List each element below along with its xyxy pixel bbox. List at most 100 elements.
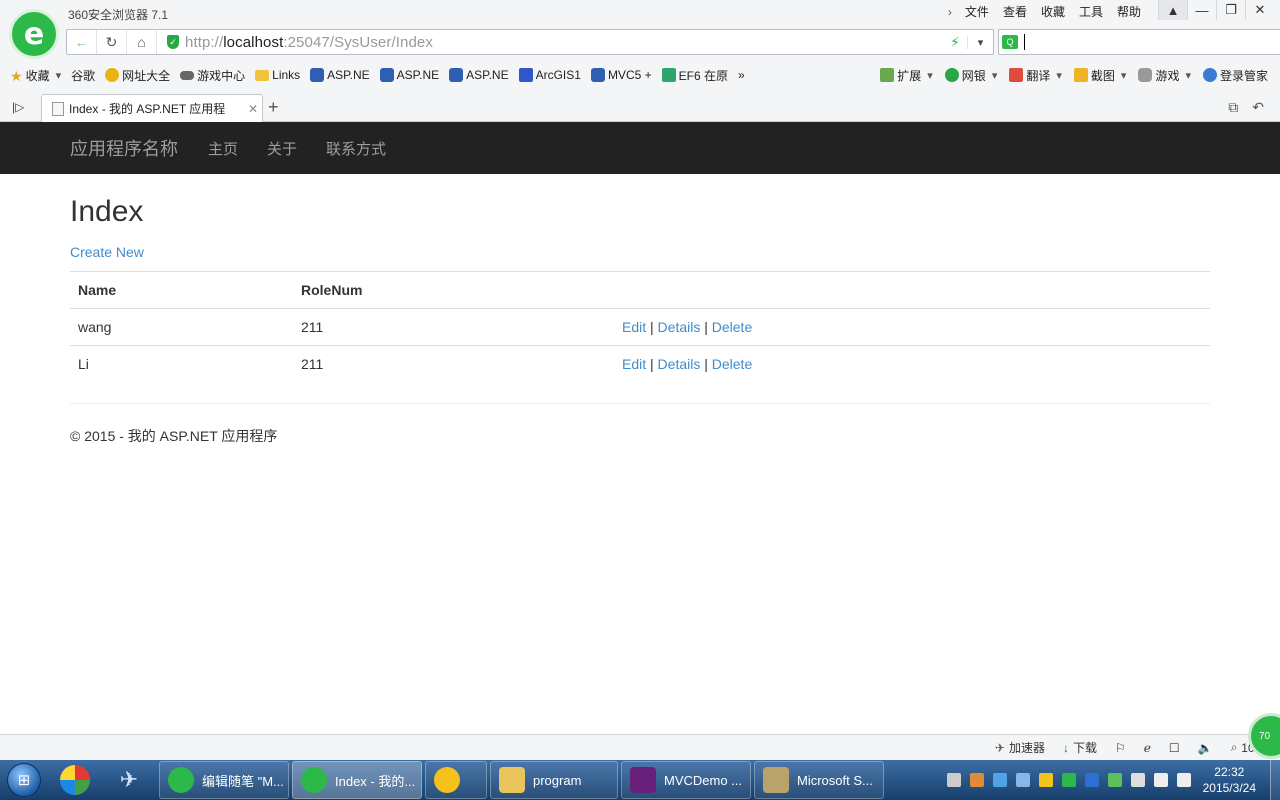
pinned-app-icon[interactable] [48, 760, 102, 800]
flag-icon[interactable]: ⚐ [1115, 741, 1126, 755]
minimize-button[interactable]: — [1187, 0, 1216, 20]
menu-expand-icon[interactable]: › [942, 4, 958, 20]
bookmark-arcgis[interactable]: ArcGIS1 [518, 68, 581, 82]
bookmark-label: ASP.NE [327, 68, 370, 82]
aspnet-icon [310, 68, 325, 82]
speed-mode-icon[interactable]: ⚡ [943, 34, 967, 51]
cloud-icon[interactable] [1015, 773, 1030, 787]
user-icon[interactable] [969, 773, 984, 787]
bookmark-mvc5[interactable]: MVC5 + [590, 68, 652, 82]
bookmark-label: ArcGIS1 [535, 68, 581, 82]
separator: | [650, 356, 654, 373]
chevron-down-icon: ▾ [1056, 69, 1062, 82]
undo-close-tab-icon[interactable]: ↶ [1252, 99, 1264, 116]
menu-tools[interactable]: 工具 [1072, 4, 1110, 20]
signal-icon[interactable] [1153, 773, 1168, 787]
chevron-down-icon: ▾ [1120, 69, 1127, 82]
tool-translate[interactable]: 翻译 ▾ [1009, 67, 1062, 84]
search-engine-icon[interactable]: Q [1002, 35, 1018, 49]
page-title: Index [70, 195, 144, 228]
game-icon [1138, 68, 1153, 82]
tool-extensions[interactable]: 扩展 ▾ [880, 67, 933, 84]
accelerator-button[interactable]: ✈ 加速器 [995, 739, 1045, 756]
speaker-icon[interactable] [1176, 773, 1191, 787]
ie-mode-icon[interactable]: ℯ [1144, 741, 1151, 755]
bookmark-favorites[interactable]: ★ 收藏 ▾ [10, 67, 61, 84]
restore-button[interactable]: ❐ [1216, 0, 1245, 20]
taskbar-item[interactable]: 编辑随笔 "M... [159, 761, 289, 799]
show-desktop-button[interactable] [1270, 760, 1280, 800]
bookmark-google[interactable]: 谷歌 [0, 67, 95, 199]
close-button[interactable]: ✕ [1245, 0, 1274, 20]
edit-link[interactable]: Edit [622, 356, 646, 372]
network-app-icon[interactable] [992, 773, 1007, 787]
menu-favorites[interactable]: 收藏 [1034, 4, 1072, 20]
delete-link[interactable]: Delete [712, 319, 752, 335]
bookmark-aspnet-1[interactable]: ASP.NE [310, 68, 370, 82]
skin-shirt-icon[interactable]: ▲ [1158, 0, 1187, 20]
nav-home-link[interactable]: 主页 [208, 138, 238, 159]
nav-contact-link[interactable]: 联系方式 [326, 138, 386, 159]
bookmark-aspnet-2[interactable]: ASP.NE [379, 68, 439, 82]
star-icon: ★ [10, 68, 23, 84]
download-icon: ↓ [1062, 740, 1069, 755]
security-center-icon[interactable] [1107, 773, 1122, 787]
taskbar-item[interactable] [425, 761, 487, 799]
volume-icon[interactable]: 🔈 [1198, 741, 1213, 755]
360-guard-icon[interactable] [1061, 773, 1076, 787]
back-button[interactable]: ← [67, 30, 97, 54]
taskbar-item[interactable]: Microsoft S... [754, 761, 884, 799]
bookmarks-overflow-button[interactable]: » [738, 68, 745, 82]
taskbar-item[interactable]: Index - 我的... [292, 761, 422, 799]
pinned-app-icon[interactable]: ✈ [102, 760, 156, 800]
refresh-button[interactable]: ↻ [97, 30, 127, 54]
tool-online-banking[interactable]: 网银 ▾ [944, 67, 997, 84]
bank-shield-icon [944, 68, 959, 82]
edit-link[interactable]: Edit [622, 319, 646, 335]
start-button[interactable]: ⊞ [0, 760, 48, 800]
tab-bar: |▷ Index - 我的 ASP.NET 应用程 ✕ + ⧉ ↶ [0, 94, 1280, 122]
url-text[interactable]: http://localhost:25047/SysUser/Index [185, 34, 943, 51]
bookmark-aspnet-3[interactable]: ASP.NE [449, 68, 509, 82]
360-browser-icon [168, 767, 194, 793]
bookmark-url-directory[interactable]: 网址大全 [105, 67, 170, 84]
page-content: Index Create New Name RoleNum wang 211 E… [0, 194, 1280, 446]
address-bar[interactable]: ← ↻ ⌂ ✓ http://localhost:25047/SysUser/I… [66, 29, 994, 55]
tab-tools: ⧉ ↶ [1228, 99, 1264, 116]
menu-file[interactable]: 文件 [958, 4, 996, 20]
url-history-dropdown[interactable]: ▾ [967, 35, 993, 49]
home-button[interactable]: ⌂ [127, 30, 157, 54]
sidebar-toggle-icon[interactable]: |▷ [12, 100, 24, 114]
details-link[interactable]: Details [658, 356, 701, 372]
windows-taskbar: ⊞ ✈ 编辑随笔 "M... Index - 我的... program MVC… [0, 760, 1280, 800]
taskbar-item[interactable]: MVCDemo ... [621, 761, 751, 799]
download-button[interactable]: ↓ 下载 [1063, 739, 1097, 756]
site-brand-link[interactable]: 应用程序名称 [70, 135, 178, 161]
tab-index[interactable]: Index - 我的 ASP.NET 应用程 ✕ [41, 94, 263, 122]
bluetooth-icon[interactable] [1084, 773, 1099, 787]
bookmark-ef6[interactable]: EF6 在原 [661, 67, 728, 84]
separator: | [704, 319, 708, 335]
create-new-link[interactable]: Create New [70, 244, 144, 260]
bookmark-links[interactable]: Links [255, 68, 300, 82]
nav-about-link[interactable]: 关于 [267, 138, 297, 159]
tool-login-manager[interactable]: 登录管家 [1202, 67, 1268, 84]
taskbar-item[interactable]: program [490, 761, 618, 799]
tool-games[interactable]: 游戏 ▾ [1138, 67, 1191, 84]
new-tab-button[interactable]: + [268, 97, 279, 118]
menu-view[interactable]: 查看 [996, 4, 1034, 20]
device-icon[interactable] [1130, 773, 1145, 787]
qq-icon[interactable] [1038, 773, 1053, 787]
delete-link[interactable]: Delete [712, 356, 752, 372]
bookmark-game-center[interactable]: 游戏中心 [180, 67, 245, 84]
close-tab-icon[interactable]: ✕ [244, 102, 262, 116]
tool-screenshot[interactable]: 截图 ▾ [1073, 67, 1127, 84]
window-icon[interactable]: ☐ [1169, 741, 1180, 755]
tab-list-icon[interactable]: ⧉ [1228, 99, 1238, 116]
table-row: Li 211 Edit | Details | Delete [70, 346, 1210, 383]
search-box[interactable]: Q ⌕ [998, 29, 1280, 55]
menu-help[interactable]: 帮助 [1110, 4, 1148, 20]
keyboard-icon[interactable] [946, 773, 961, 787]
details-link[interactable]: Details [658, 319, 701, 335]
system-clock[interactable]: 22:32 2015/3/24 [1203, 764, 1256, 796]
